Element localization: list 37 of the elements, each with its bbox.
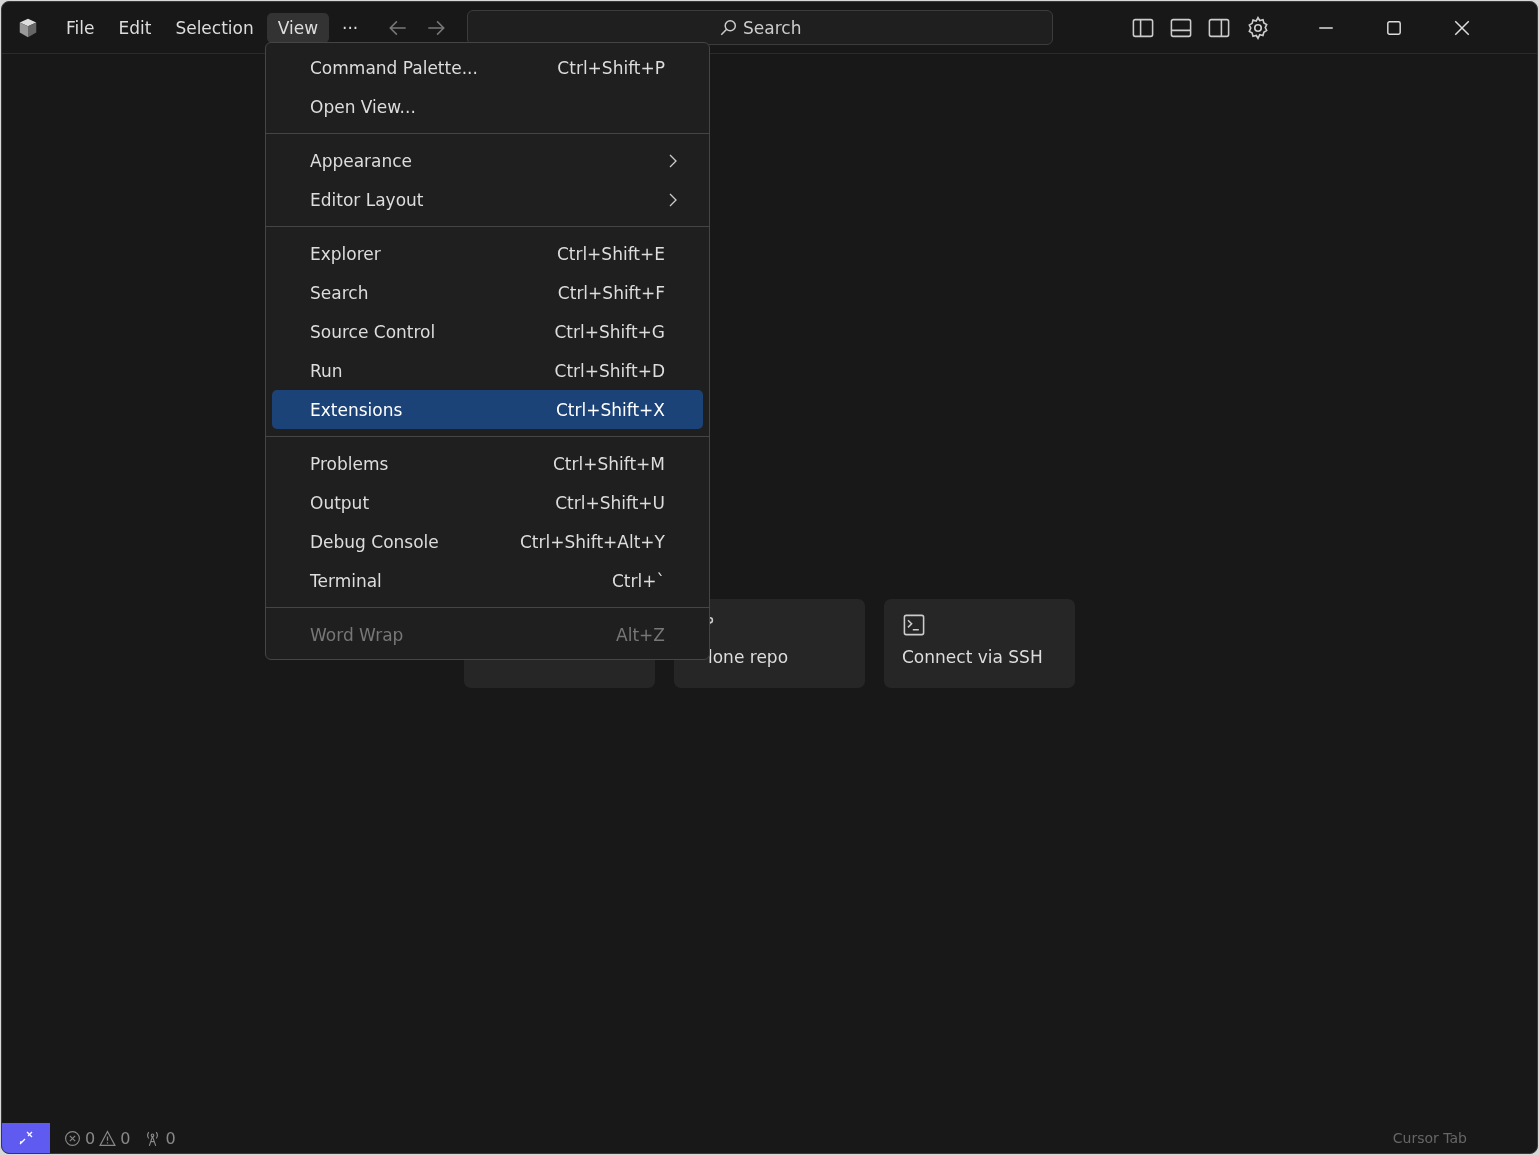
menu-entry[interactable]: Source Control Ctrl+Shift+G [272, 312, 703, 351]
ports-status[interactable]: 0 [144, 1128, 176, 1148]
menu-item[interactable]: Edit [107, 12, 163, 43]
card-label: Connect via SSH [902, 647, 1044, 667]
chevron-right-icon [668, 152, 678, 169]
problems-status[interactable]: 0 0 [64, 1128, 131, 1148]
search-field[interactable]: Search [467, 10, 1054, 45]
close-icon[interactable] [1453, 18, 1472, 37]
error-count: 0 [85, 1128, 96, 1148]
menu-item[interactable]: View [266, 12, 330, 43]
app-logo-icon [17, 16, 39, 39]
maximize-icon[interactable] [1385, 18, 1404, 37]
menu-entry[interactable]: Run Ctrl+Shift+D [272, 351, 703, 390]
remote-icon [18, 1130, 34, 1146]
menu-entry[interactable]: Problems Ctrl+Shift+M [272, 444, 703, 483]
menu-entry[interactable]: Appearance [272, 141, 703, 180]
menu-item[interactable]: File [55, 12, 106, 43]
warning-count: 0 [120, 1128, 131, 1148]
menu-item[interactable]: Selection [164, 12, 265, 43]
start-card[interactable]: Connect via SSH [884, 599, 1075, 688]
terminal-icon [902, 613, 926, 637]
menu-entry[interactable]: Terminal Ctrl+` [272, 561, 703, 600]
menu-entry[interactable]: Editor Layout [272, 180, 703, 219]
menu-entry[interactable]: Open View... [272, 87, 703, 126]
warning-icon [99, 1129, 117, 1147]
menu-item[interactable]: ··· [331, 12, 370, 43]
menu-entry[interactable]: Output Ctrl+Shift+U [272, 483, 703, 522]
menu-entry[interactable]: Command Palette... Ctrl+Shift+P [272, 48, 703, 87]
chevron-right-icon [668, 191, 678, 208]
menu-entry[interactable]: Extensions Ctrl+Shift+X [272, 390, 703, 429]
menu-entry[interactable]: Search Ctrl+Shift+F [272, 273, 703, 312]
menu-entry[interactable]: Explorer Ctrl+Shift+E [272, 234, 703, 273]
error-icon [64, 1129, 81, 1147]
search-icon [719, 18, 738, 37]
menu-entry[interactable]: Debug Console Ctrl+Shift+Alt+Y [272, 522, 703, 561]
card-label: lone repo [708, 647, 789, 667]
ports-count: 0 [165, 1128, 176, 1148]
